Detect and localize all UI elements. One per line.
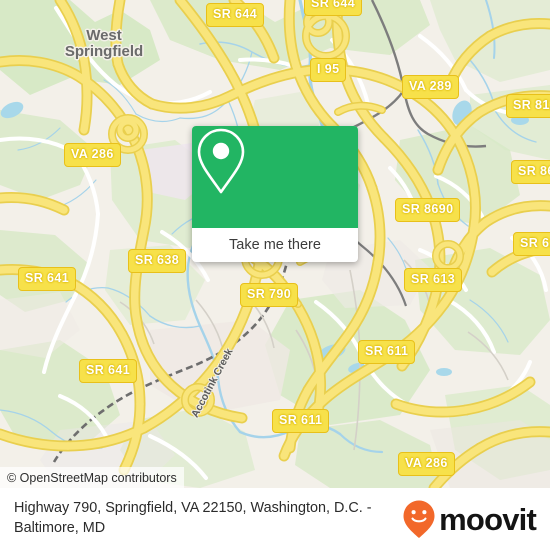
road-shield-sr-8113[interactable]: SR 8113 — [506, 94, 550, 118]
road-shield-sr-613[interactable]: SR 613 — [404, 268, 463, 292]
map-screenshot: West Springfield Accotink Creek SR 644 S… — [0, 0, 550, 550]
road-shield-va-289[interactable]: VA 289 — [402, 75, 459, 99]
osm-attribution[interactable]: © OpenStreetMap contributors — [0, 467, 184, 488]
map-canvas[interactable]: West Springfield Accotink Creek SR 644 S… — [0, 0, 550, 488]
road-shield-sr-611-east[interactable]: SR 611 — [513, 232, 550, 256]
road-shield-sr-641-south[interactable]: SR 641 — [79, 359, 138, 383]
take-me-there-button[interactable]: Take me there — [192, 228, 358, 262]
road-shield-sr-644-west[interactable]: SR 644 — [206, 3, 265, 27]
moovit-brand[interactable]: moovit — [402, 499, 537, 539]
osm-attribution-label: © OpenStreetMap contributors — [7, 470, 177, 485]
footer-bar: Highway 790, Springfield, VA 22150, Wash… — [0, 488, 550, 550]
road-shield-i-95[interactable]: I 95 — [310, 58, 347, 82]
moovit-wordmark: moovit — [439, 501, 537, 537]
road-shield-va-286-south[interactable]: VA 286 — [398, 452, 455, 476]
road-shield-sr-790[interactable]: SR 790 — [240, 283, 299, 307]
road-shield-sr-641-north[interactable]: SR 641 — [18, 267, 77, 291]
road-shield-sr-644-east[interactable]: SR 644 — [304, 0, 363, 16]
road-shield-sr-8690-east[interactable]: SR 8690 — [511, 160, 550, 184]
road-shield-va-286-north[interactable]: VA 286 — [64, 143, 121, 167]
popup-banner — [192, 126, 358, 228]
road-shield-sr-611-south[interactable]: SR 611 — [272, 409, 330, 433]
road-shield-sr-611-mid[interactable]: SR 611 — [358, 340, 416, 364]
road-shield-sr-8690[interactable]: SR 8690 — [395, 198, 461, 222]
place-label-west-springfield: West Springfield — [64, 27, 144, 61]
location-popup-card[interactable]: Take me there — [192, 126, 358, 262]
location-title: Highway 790, Springfield, VA 22150, Wash… — [14, 500, 372, 536]
road-shield-sr-638[interactable]: SR 638 — [128, 249, 187, 273]
map-pin-icon — [197, 128, 245, 194]
take-me-there-label: Take me there — [229, 237, 321, 253]
moovit-smiley-pin-icon — [403, 500, 435, 538]
